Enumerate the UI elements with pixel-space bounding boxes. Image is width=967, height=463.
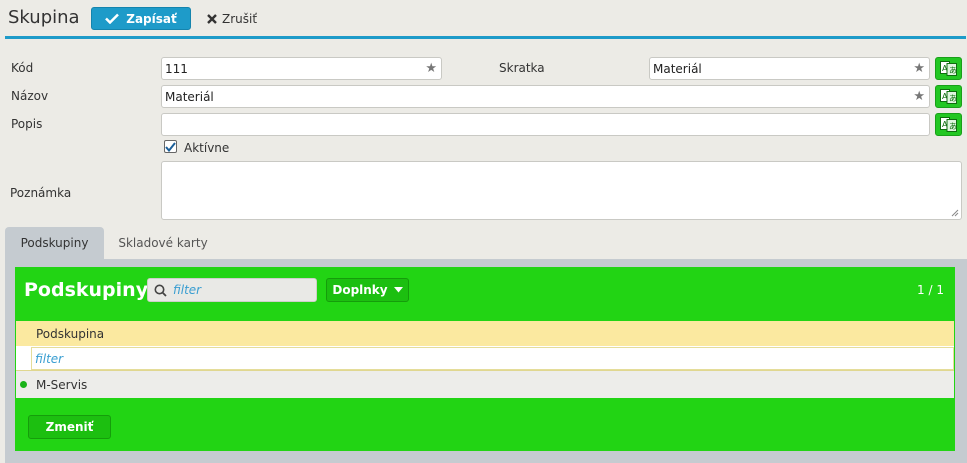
svg-text:A: A: [942, 92, 948, 101]
nazov-value: Materiál: [165, 89, 214, 104]
svg-text:あ: あ: [949, 122, 957, 131]
svg-text:あ: あ: [949, 94, 957, 103]
translate-icon: Aあ: [940, 61, 957, 76]
resize-handle-icon[interactable]: [951, 209, 959, 217]
svg-text:あ: あ: [949, 66, 957, 75]
panel-filter-input[interactable]: filter: [147, 278, 317, 302]
star-icon[interactable]: ★: [913, 89, 925, 104]
zmenit-button[interactable]: Zmeniť: [28, 415, 111, 439]
nazov-input[interactable]: Materiál ★: [161, 85, 930, 108]
svg-text:A: A: [942, 120, 948, 129]
skratka-value: Materiál: [653, 61, 702, 76]
kod-input[interactable]: 111 ★: [161, 57, 442, 80]
doplnky-label: Doplnky: [332, 283, 388, 297]
panel-filter-placeholder: filter: [173, 283, 202, 297]
translate-icon: Aあ: [940, 89, 957, 104]
header-divider: [5, 36, 966, 39]
table-row[interactable]: M-Servis: [16, 371, 954, 398]
kod-label: Kód: [11, 61, 34, 75]
aktivne-label: Aktívne: [184, 141, 230, 155]
doplnky-dropdown-button[interactable]: Doplnky: [326, 278, 409, 302]
save-button[interactable]: Zapísať: [91, 7, 191, 30]
column-header-podskupina[interactable]: Podskupina: [16, 321, 954, 346]
aktivne-checkbox[interactable]: [164, 140, 177, 153]
translate-button[interactable]: Aあ: [935, 85, 962, 108]
panel-title: Podskupiny: [24, 279, 149, 301]
kod-value: 111: [165, 61, 188, 76]
close-icon: [207, 14, 217, 24]
popis-label: Popis: [11, 117, 43, 131]
star-icon[interactable]: ★: [913, 61, 925, 76]
column-filter-input[interactable]: filter: [31, 347, 954, 370]
svg-text:A: A: [942, 64, 948, 73]
star-icon[interactable]: ★: [425, 61, 437, 76]
tab-skladove-karty[interactable]: Skladové karty: [107, 227, 219, 259]
cancel-button[interactable]: Zrušiť: [207, 9, 257, 29]
cancel-button-label: Zrušiť: [222, 12, 258, 26]
translate-button[interactable]: Aあ: [935, 113, 962, 136]
caret-down-icon: [393, 287, 403, 293]
translate-icon: Aあ: [940, 117, 957, 132]
pager: 1 / 1: [917, 283, 944, 297]
skratka-label: Skratka: [499, 61, 545, 75]
checkmark-icon: [165, 141, 176, 152]
skratka-input[interactable]: Materiál ★: [649, 57, 930, 80]
poznamka-label: Poznámka: [10, 186, 72, 200]
popis-input[interactable]: [161, 113, 930, 136]
translate-button[interactable]: Aあ: [935, 57, 962, 80]
save-button-label: Zapísať: [126, 11, 177, 26]
search-icon: [154, 284, 167, 297]
row-cell-podskupina: M-Servis: [36, 377, 88, 392]
poznamka-textarea[interactable]: [161, 161, 962, 220]
row-status-dot-icon: [20, 381, 27, 388]
page-title: Skupina: [8, 7, 80, 28]
nazov-label: Názov: [11, 89, 49, 103]
tab-podskupiny[interactable]: Podskupiny: [5, 227, 104, 259]
check-icon: [105, 13, 120, 24]
